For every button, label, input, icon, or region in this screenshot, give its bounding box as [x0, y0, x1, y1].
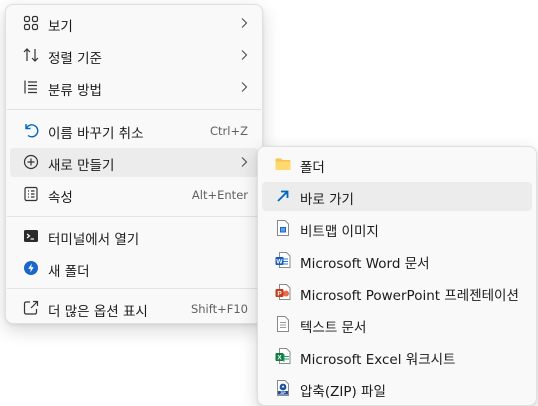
- menu-item-label: 속성: [48, 190, 73, 206]
- submenu-item-label: 압축(ZIP) 파일: [300, 384, 386, 400]
- submenu-item-label: 텍스트 문서: [300, 320, 367, 336]
- text-document-icon: [274, 315, 292, 333]
- bitmap-icon: [274, 219, 292, 237]
- menu-item-view[interactable]: 보기: [10, 9, 258, 38]
- submenu-item-powerpoint[interactable]: P Microsoft PowerPoint 프레젠테이션: [262, 278, 532, 307]
- menu-separator: [7, 216, 261, 217]
- shortcut-text: Alt+Enter: [191, 188, 248, 202]
- menu-item-undo-rename[interactable]: 이름 바꾸기 취소 Ctrl+Z: [10, 116, 258, 145]
- new-submenu: 폴더 바로 가기 비트맵 이미지 W Microsoft Word 문서 P M…: [257, 146, 537, 406]
- chevron-right-icon: [240, 81, 248, 93]
- chevron-right-icon: [240, 17, 248, 29]
- svg-text:P: P: [277, 291, 282, 298]
- svg-text:W: W: [276, 259, 283, 266]
- chevron-right-icon: [240, 156, 248, 168]
- menu-item-label: 정렬 기준: [48, 51, 102, 67]
- menu-item-new[interactable]: 새로 만들기: [10, 148, 258, 177]
- properties-icon: [22, 185, 40, 203]
- menu-item-open-in-terminal[interactable]: 터미널에서 열기: [10, 222, 258, 251]
- shortcut-text: Shift+F10: [190, 302, 248, 316]
- menu-item-label: 보기: [48, 19, 73, 35]
- menu-item-sort-by[interactable]: 정렬 기준: [10, 41, 258, 70]
- submenu-item-bitmap[interactable]: 비트맵 이미지: [262, 214, 532, 243]
- word-icon: W: [274, 251, 292, 269]
- submenu-item-label: Microsoft PowerPoint 프레젠테이션: [300, 288, 519, 304]
- menu-item-group-by[interactable]: 분류 방법: [10, 73, 258, 102]
- more-options-icon: [22, 299, 40, 317]
- powerpoint-icon: P: [274, 283, 292, 301]
- submenu-item-shortcut[interactable]: 바로 가기: [262, 182, 532, 211]
- submenu-item-word[interactable]: W Microsoft Word 문서: [262, 246, 532, 275]
- undo-icon: [22, 121, 40, 139]
- menu-item-label: 더 많은 옵션 표시: [48, 304, 148, 320]
- menu-item-label: 이름 바꾸기 취소: [48, 126, 144, 142]
- menu-separator: [7, 288, 261, 289]
- submenu-item-label: 바로 가기: [300, 192, 354, 208]
- excel-icon: X: [274, 347, 292, 365]
- sort-arrows-icon: [22, 46, 40, 64]
- menu-item-new-folder[interactable]: 새 폴더: [10, 254, 258, 283]
- terminal-icon: [22, 227, 40, 245]
- submenu-item-label: 비트맵 이미지: [300, 224, 379, 240]
- submenu-item-label: Microsoft Excel 워크시트: [300, 352, 456, 368]
- menu-item-label: 새 폴더: [48, 264, 90, 280]
- submenu-item-folder[interactable]: 폴더: [262, 150, 532, 179]
- svg-text:X: X: [277, 355, 282, 362]
- submenu-item-label: 폴더: [300, 160, 325, 176]
- zip-icon: ZIP: [274, 379, 292, 397]
- shortcut-text: Ctrl+Z: [210, 124, 248, 138]
- submenu-item-label: Microsoft Word 문서: [300, 256, 430, 272]
- menu-item-label: 분류 방법: [48, 83, 102, 99]
- menu-item-show-more-options[interactable]: 더 많은 옵션 표시 Shift+F10: [10, 294, 258, 323]
- new-folder-icon: [22, 259, 40, 277]
- menu-item-label: 새로 만들기: [48, 158, 115, 174]
- chevron-right-icon: [240, 49, 248, 61]
- submenu-item-zip[interactable]: ZIP 압축(ZIP) 파일: [262, 374, 532, 403]
- shortcut-arrow-icon: [274, 187, 292, 205]
- submenu-item-excel[interactable]: X Microsoft Excel 워크시트: [262, 342, 532, 371]
- submenu-item-text-document[interactable]: 텍스트 문서: [262, 310, 532, 339]
- folder-icon: [274, 155, 292, 173]
- svg-text:ZIP: ZIP: [280, 391, 286, 395]
- grid-view-icon: [22, 14, 40, 32]
- context-menu: 보기 정렬 기준 분류 방법 이름 바꾸기 취소 Ctrl+Z 새로 만들기 속…: [5, 4, 263, 324]
- add-circle-icon: [22, 153, 40, 171]
- menu-separator: [7, 109, 261, 110]
- menu-item-properties[interactable]: 속성 Alt+Enter: [10, 180, 258, 209]
- group-list-icon: [22, 78, 40, 96]
- menu-item-label: 터미널에서 열기: [48, 232, 140, 248]
